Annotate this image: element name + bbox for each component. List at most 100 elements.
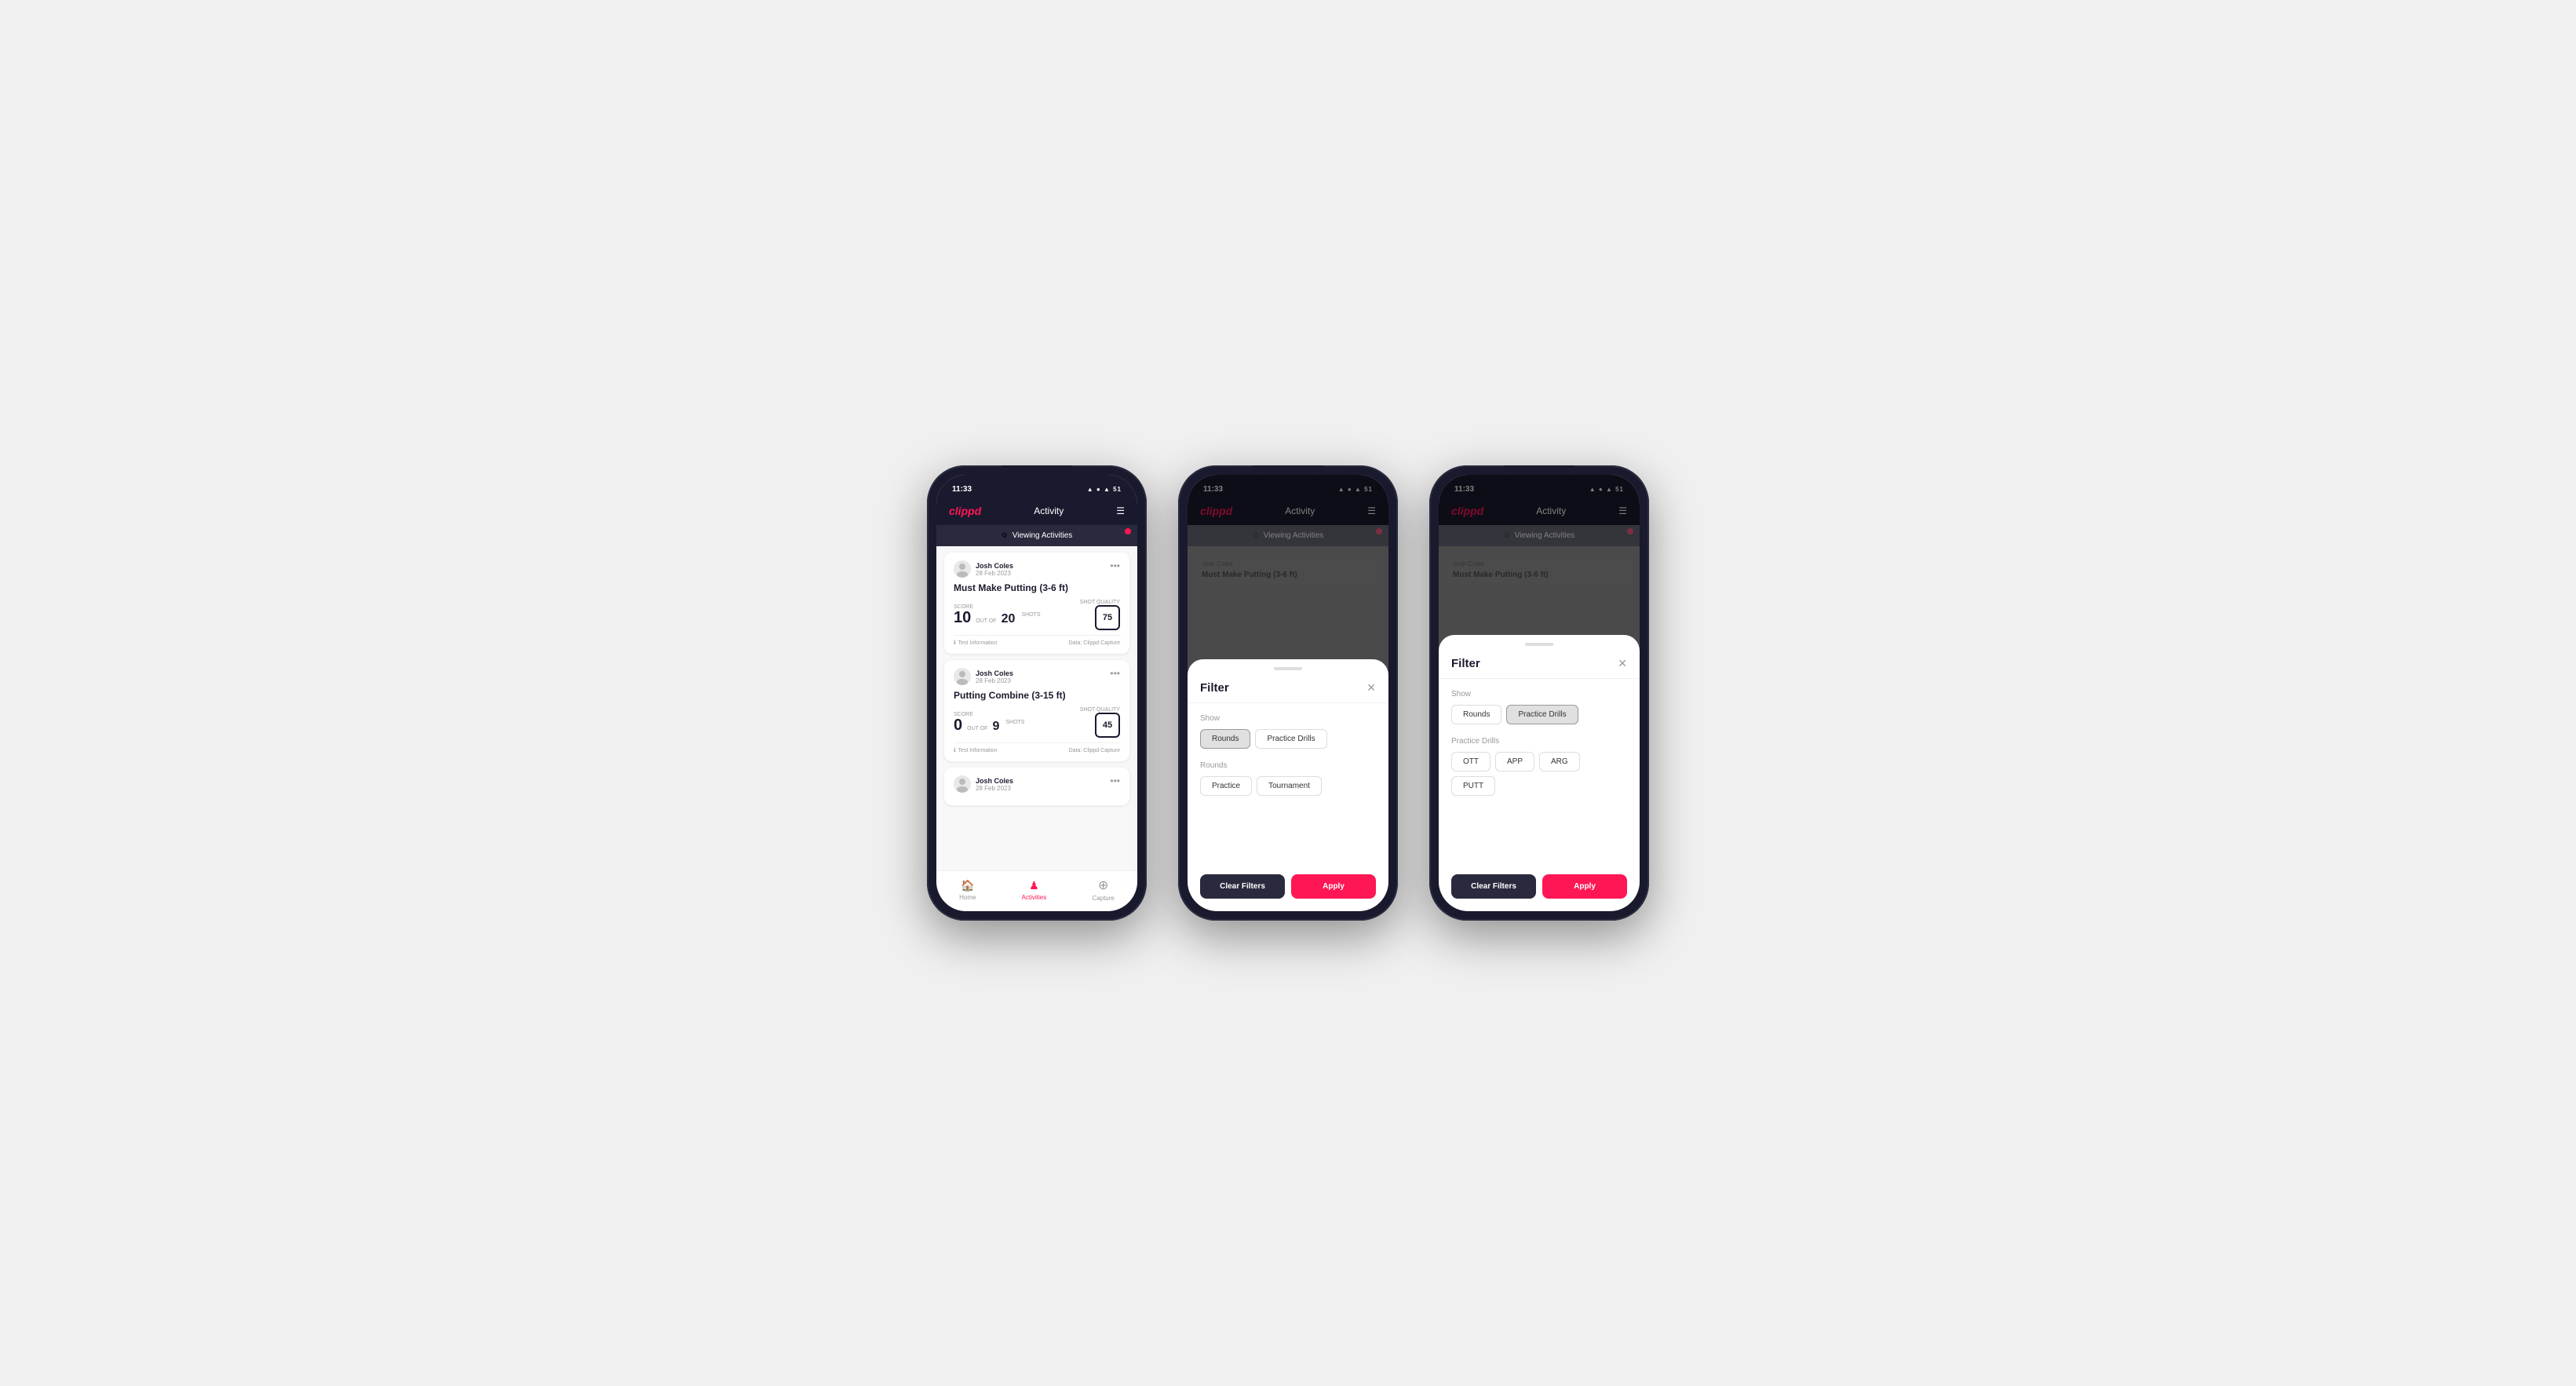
practice-drills-label-3: Practice Drills: [1451, 737, 1627, 746]
app-title: Activity: [1034, 505, 1064, 516]
chip-practice-drills-2[interactable]: Practice Drills: [1255, 729, 1326, 749]
apply-button-3[interactable]: Apply: [1542, 874, 1627, 899]
status-icons: ▲ ● ▲ 51: [1087, 485, 1122, 493]
chip-practice-2[interactable]: Practice: [1200, 776, 1252, 796]
avatar-3: [954, 775, 971, 793]
chip-rounds-2[interactable]: Rounds: [1200, 729, 1250, 749]
chip-tournament-2[interactable]: Tournament: [1257, 776, 1322, 796]
app-logo: clippd: [949, 505, 981, 517]
filter-header-3: Filter ✕: [1439, 651, 1640, 679]
card-user-3: Josh Coles 28 Feb 2023: [954, 775, 1013, 793]
card-user-2: Josh Coles 28 Feb 2023: [954, 668, 1013, 685]
chip-practice-drills-3[interactable]: Practice Drills: [1506, 705, 1578, 724]
card-info-1: ℹ Test Information: [954, 640, 997, 646]
avatar-1: [954, 560, 971, 578]
nav-home[interactable]: 🏠 Home: [959, 879, 976, 901]
filter-overlay-3: Filter ✕ Show Rounds Practice Drills Pra…: [1439, 475, 1640, 911]
more-options-2[interactable]: •••: [1110, 668, 1120, 679]
filter-handle-3: [1525, 643, 1553, 646]
phone-screen-3: 11:33 ▲ ● ▲ 51 clippd Activity ☰ ⚙ Viewi…: [1439, 475, 1640, 911]
scroll-content: Josh Coles 28 Feb 2023 ••• Must Make Put…: [936, 546, 1137, 870]
chip-rounds-3[interactable]: Rounds: [1451, 705, 1501, 724]
nav-home-label: Home: [959, 894, 976, 901]
score-value-2: 0: [954, 717, 962, 733]
shots-value-2: 9: [992, 720, 999, 733]
status-time: 11:33: [952, 485, 972, 494]
home-icon: 🏠: [961, 879, 974, 892]
activity-card-3: Josh Coles 28 Feb 2023 •••: [944, 768, 1129, 805]
phone-screen-1: 11:33 ▲ ● ▲ 51 clippd Activity ☰ ⚙ Viewi…: [936, 475, 1137, 911]
bottom-nav: 🏠 Home ♟ Activities ⊕ Capture: [936, 870, 1137, 911]
card-data-source-1: Data: Clippd Capture: [1069, 640, 1120, 646]
clear-filters-button-3[interactable]: Clear Filters: [1451, 874, 1536, 899]
clear-filters-button-2[interactable]: Clear Filters: [1200, 874, 1285, 899]
filter-header-2: Filter ✕: [1188, 675, 1388, 703]
apply-button-2[interactable]: Apply: [1291, 874, 1376, 899]
nav-capture-label: Capture: [1092, 895, 1114, 902]
filter-overlay-2: Filter ✕ Show Rounds Practice Drills Rou…: [1188, 475, 1388, 911]
shots-label-2: Shots: [1005, 720, 1073, 725]
quality-badge-1: 75: [1095, 605, 1120, 630]
user-date-2: 28 Feb 2023: [976, 677, 1013, 684]
card-title-1: Must Make Putting (3-6 ft): [954, 582, 1120, 593]
chip-arg-3[interactable]: ARG: [1539, 752, 1580, 771]
user-name-3: Josh Coles: [976, 777, 1013, 785]
quality-label-2: Shot Quality: [1080, 707, 1120, 713]
activity-card-1: Josh Coles 28 Feb 2023 ••• Must Make Put…: [944, 553, 1129, 654]
show-chips-3: Rounds Practice Drills: [1451, 705, 1627, 724]
card-footer-2: ℹ Test Information Data: Clippd Capture: [954, 742, 1120, 753]
practice-drills-chips-3: OTT APP ARG PUTT: [1451, 752, 1627, 796]
card-user-1: Josh Coles 28 Feb 2023: [954, 560, 1013, 578]
quality-section-1: Shot Quality 75: [1080, 600, 1120, 630]
chip-app-3[interactable]: APP: [1495, 752, 1534, 771]
notification-dot: [1125, 528, 1131, 534]
card-header-1: Josh Coles 28 Feb 2023 •••: [954, 560, 1120, 578]
card-header-2: Josh Coles 28 Feb 2023 •••: [954, 668, 1120, 685]
filter-close-2[interactable]: ✕: [1366, 681, 1376, 695]
card-data-source-2: Data: Clippd Capture: [1069, 748, 1120, 753]
filter-title-2: Filter: [1200, 681, 1229, 695]
user-date-1: 28 Feb 2023: [976, 570, 1013, 577]
more-options-1[interactable]: •••: [1110, 560, 1120, 571]
capture-icon: ⊕: [1098, 877, 1108, 893]
avatar-2: [954, 668, 971, 685]
shots-value-1: 20: [1002, 613, 1016, 626]
filter-modal-3: Filter ✕ Show Rounds Practice Drills Pra…: [1439, 635, 1640, 911]
chip-ott-3[interactable]: OTT: [1451, 752, 1491, 771]
score-section-2: Score 0 OUT OF 9: [954, 712, 999, 733]
viewing-banner-1[interactable]: ⚙ Viewing Activities: [936, 525, 1137, 546]
rounds-chips-2: Practice Tournament: [1200, 776, 1376, 796]
activity-card-2: Josh Coles 28 Feb 2023 ••• Putting Combi…: [944, 660, 1129, 761]
phone-3: 11:33 ▲ ● ▲ 51 clippd Activity ☰ ⚙ Viewi…: [1429, 465, 1649, 921]
quality-label-1: Shot Quality: [1080, 600, 1120, 605]
phone-screen-2: 11:33 ▲ ● ▲ 51 clippd Activity ☰ ⚙ Viewi…: [1188, 475, 1388, 911]
filter-close-3[interactable]: ✕: [1618, 657, 1627, 670]
show-label-3: Show: [1451, 690, 1627, 698]
show-chips-2: Rounds Practice Drills: [1200, 729, 1376, 749]
nav-activities-label: Activities: [1022, 894, 1047, 901]
user-info-2: Josh Coles 28 Feb 2023: [976, 669, 1013, 684]
filter-footer-3: Clear Filters Apply: [1439, 866, 1640, 911]
user-name-2: Josh Coles: [976, 669, 1013, 677]
chip-putt-3[interactable]: PUTT: [1451, 776, 1495, 796]
quality-section-2: Shot Quality 45: [1080, 707, 1120, 738]
nav-capture[interactable]: ⊕ Capture: [1092, 877, 1114, 902]
user-date-3: 28 Feb 2023: [976, 785, 1013, 792]
filter-modal-2: Filter ✕ Show Rounds Practice Drills Rou…: [1188, 659, 1388, 911]
more-options-3[interactable]: •••: [1110, 775, 1120, 786]
card-footer-1: ℹ Test Information Data: Clippd Capture: [954, 635, 1120, 646]
nav-activities[interactable]: ♟ Activities: [1022, 879, 1047, 901]
filter-handle-2: [1274, 667, 1302, 670]
score-section: Score 10 OUT OF 20: [954, 604, 1015, 626]
card-header-3: Josh Coles 28 Feb 2023 •••: [954, 775, 1120, 793]
hamburger-menu[interactable]: ☰: [1116, 505, 1125, 516]
card-info-2: ℹ Test Information: [954, 747, 997, 753]
quality-badge-2: 45: [1095, 713, 1120, 738]
score-value-1: 10: [954, 610, 971, 626]
phone-notch: [1002, 465, 1072, 483]
out-of-1: OUT OF: [976, 618, 996, 624]
rounds-label-2: Rounds: [1200, 761, 1376, 770]
phone-1: 11:33 ▲ ● ▲ 51 clippd Activity ☰ ⚙ Viewi…: [927, 465, 1147, 921]
card-stats-1: Score 10 OUT OF 20 Shots Shot Quality: [954, 600, 1120, 630]
filter-body-2: Show Rounds Practice Drills Rounds Pract…: [1188, 703, 1388, 866]
